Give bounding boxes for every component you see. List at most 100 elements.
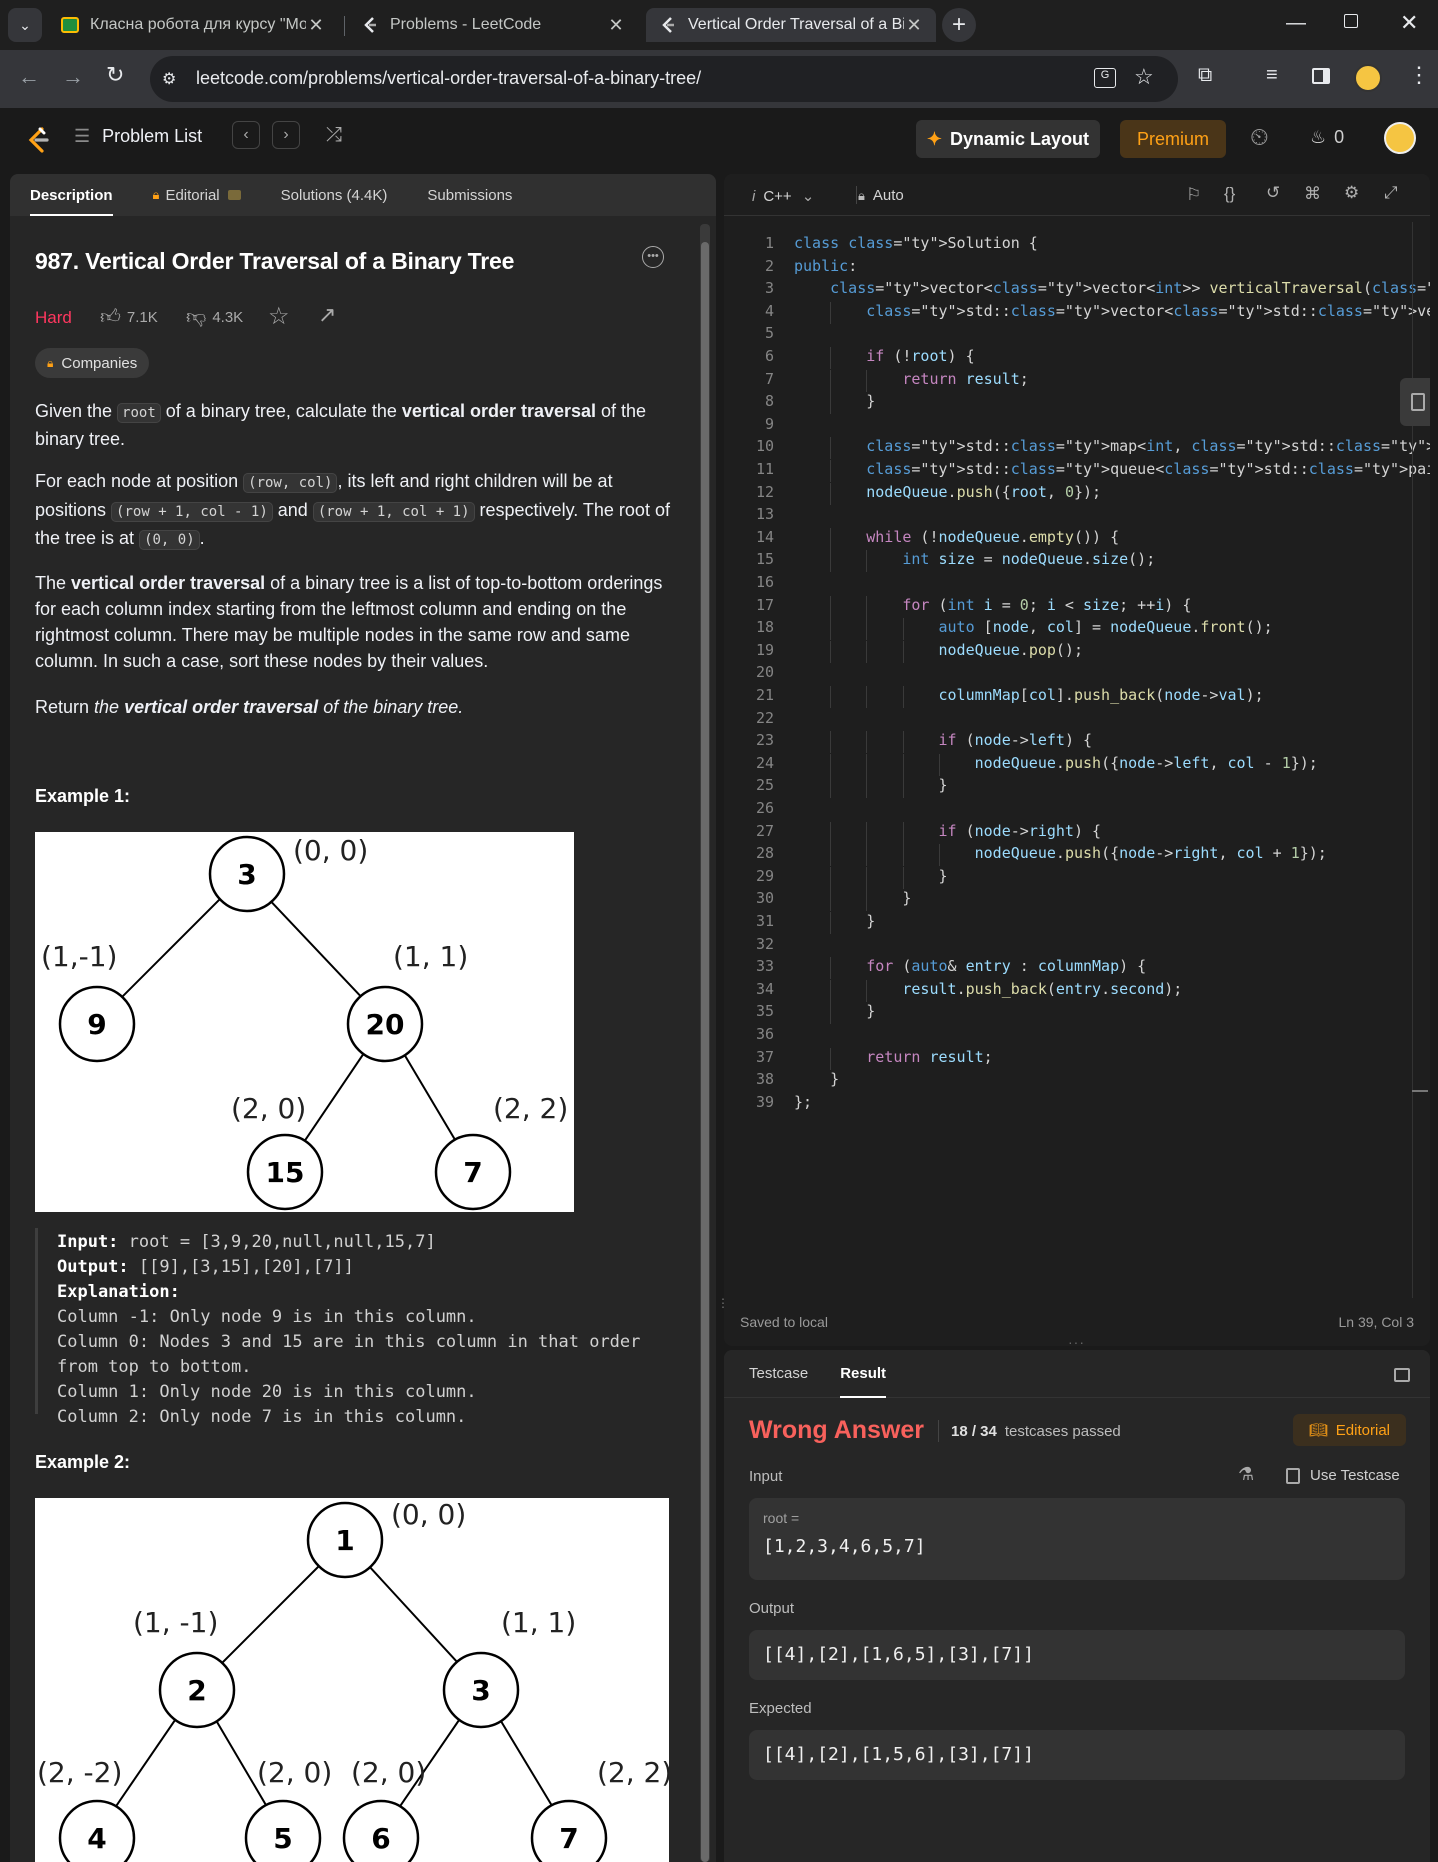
leetcode-logo-icon[interactable]: [26, 126, 50, 159]
code-line[interactable]: }: [794, 912, 875, 930]
code-line[interactable]: if (node->right) {: [794, 822, 1102, 840]
line-number: 16: [755, 573, 774, 591]
code-line[interactable]: }: [794, 1070, 839, 1088]
leetcode-icon: [360, 15, 380, 35]
code-line[interactable]: nodeQueue.push({node->left, col - 1});: [794, 754, 1318, 772]
debug-icon[interactable]: ⚗: [1238, 1464, 1254, 1485]
site-info-icon[interactable]: ⚙: [162, 69, 176, 89]
use-testcase-button[interactable]: Use Testcase: [1286, 1467, 1400, 1484]
url-text[interactable]: leetcode.com/problems/vertical-order-tra…: [196, 68, 701, 89]
code-line[interactable]: nodeQueue.push({root, 0});: [794, 483, 1101, 501]
favorite-star-icon[interactable]: ☆: [268, 302, 290, 331]
code-line[interactable]: if (node->left) {: [794, 731, 1093, 749]
settings-gear-icon[interactable]: ⚙: [1344, 183, 1359, 203]
indent-guide: [830, 1002, 832, 1025]
code-line[interactable]: public:: [794, 257, 857, 275]
indent-guide: [830, 640, 832, 663]
reload-icon[interactable]: ↻: [106, 62, 124, 88]
sidepanel-icon[interactable]: [1312, 68, 1330, 84]
line-number: 10: [755, 437, 774, 456]
code-line[interactable]: while (!nodeQueue.empty()) {: [794, 528, 1119, 546]
expand-icon[interactable]: ⤢: [1384, 183, 1398, 203]
profile-avatar[interactable]: [1354, 64, 1382, 92]
code-line[interactable]: };: [794, 1093, 812, 1111]
tab-solutions[interactable]: Solutions (4.4K): [281, 174, 388, 216]
close-tab-icon[interactable]: ✕: [904, 15, 924, 36]
braces-icon[interactable]: {}: [1224, 184, 1235, 204]
alarm-clock-icon[interactable]: ⏲: [1250, 124, 1269, 152]
minimize-icon[interactable]: —: [1286, 12, 1310, 35]
tree-label: (0, 0): [391, 1498, 466, 1531]
shuffle-icon[interactable]: ⤮: [326, 124, 342, 147]
code-line[interactable]: class class="ty">Solution {: [794, 234, 1038, 252]
code-line[interactable]: for (int i = 0; i < size; ++i) {: [794, 596, 1191, 614]
code-line[interactable]: class="ty">std::class="ty">map<int, clas…: [794, 437, 1430, 455]
bookmark-icon[interactable]: ⚐: [1186, 185, 1201, 205]
editorial-button[interactable]: 📖︎ Editorial: [1292, 1414, 1406, 1446]
dynamic-layout-button[interactable]: ✦ Dynamic Layout: [916, 120, 1100, 158]
close-tab-icon[interactable]: ✕: [606, 15, 626, 36]
companies-tag[interactable]: 🔒︎ Companies: [35, 348, 150, 378]
code-line[interactable]: class="ty">std::class="ty">queue<class="…: [794, 460, 1430, 478]
language-selector[interactable]: i C++ ⌄: [752, 187, 814, 206]
code-line[interactable]: if (!root) {: [794, 347, 974, 365]
code-line[interactable]: nodeQueue.push({node->right, col + 1});: [794, 844, 1327, 862]
forward-icon[interactable]: →: [62, 64, 84, 90]
like-button[interactable]: 👍︎ 7.1K: [100, 305, 158, 329]
vertical-resize-handle[interactable]: ···: [1068, 1334, 1085, 1350]
tab-testcase[interactable]: Testcase: [749, 1350, 808, 1398]
shortcut-icon[interactable]: ⌘: [1304, 184, 1321, 204]
close-tab-icon[interactable]: ✕: [306, 15, 326, 36]
extensions-icon[interactable]: ⧉: [1198, 64, 1212, 87]
lock-icon: 🔒︎: [47, 355, 54, 370]
indent-guide: [830, 460, 832, 482]
tab-search-icon[interactable]: ⌄: [8, 8, 42, 42]
more-options-icon[interactable]: •••: [642, 246, 664, 268]
media-icon[interactable]: ≡: [1266, 64, 1278, 87]
auto-mode-toggle[interactable]: 🔒︎ Auto: [858, 187, 904, 204]
premium-button[interactable]: Premium: [1120, 120, 1226, 158]
code-line[interactable]: }: [794, 867, 947, 885]
line-number: 21: [755, 686, 774, 704]
tab-submissions[interactable]: Submissions: [427, 174, 512, 216]
code-line[interactable]: }: [794, 776, 947, 794]
translate-icon[interactable]: G: [1094, 68, 1116, 88]
code-line[interactable]: columnMap[col].push_back(node->val);: [794, 686, 1264, 704]
new-tab-button[interactable]: +: [942, 8, 976, 42]
code-line[interactable]: }: [794, 1002, 875, 1020]
prev-problem-button[interactable]: ‹: [232, 121, 260, 149]
dislike-button[interactable]: 👎︎ 4.3K: [186, 305, 243, 329]
close-window-icon[interactable]: ✕: [1400, 10, 1418, 36]
omnibox[interactable]: ⚙ leetcode.com/problems/vertical-order-t…: [150, 56, 1178, 102]
browser-tab-classroom[interactable]: Класна робота для курсу "Мод ✕: [48, 8, 338, 42]
browser-tab-vertical-order[interactable]: Vertical Order Traversal of a Bin ✕: [646, 8, 936, 42]
code-line[interactable]: return result;: [794, 1048, 992, 1066]
next-problem-button[interactable]: ›: [272, 121, 300, 149]
browser-menu-icon[interactable]: ⋮: [1408, 62, 1430, 88]
tab-result[interactable]: Result: [840, 1350, 886, 1398]
bookmark-star-icon[interactable]: ☆: [1134, 64, 1154, 90]
layout-panel-icon[interactable]: [1394, 1368, 1410, 1382]
code-line[interactable]: int size = nodeQueue.size();: [794, 550, 1155, 568]
streak-fire[interactable]: ♨ 0: [1310, 127, 1344, 148]
code-line[interactable]: }: [794, 889, 911, 907]
restore-icon[interactable]: [1344, 14, 1358, 28]
tab-editorial[interactable]: 🔒︎ Editorial: [153, 174, 241, 216]
share-icon[interactable]: ↗: [318, 302, 336, 328]
problem-list-button[interactable]: ☰ Problem List: [74, 126, 202, 147]
code-line[interactable]: class="ty">vector<class="ty">vector<int>…: [794, 279, 1430, 297]
browser-tab-problems[interactable]: Problems - LeetCode ✕: [348, 8, 638, 42]
notes-side-button[interactable]: [1400, 378, 1430, 426]
example-2-heading: Example 2:: [35, 1452, 131, 1472]
code-line[interactable]: nodeQueue.pop();: [794, 641, 1084, 659]
code-line[interactable]: for (auto& entry : columnMap) {: [794, 957, 1146, 975]
tree-node: 1: [335, 1524, 354, 1557]
user-avatar[interactable]: [1384, 122, 1416, 154]
back-icon[interactable]: ←: [18, 64, 40, 90]
reset-icon[interactable]: ↺: [1266, 183, 1280, 203]
code-line[interactable]: result.push_back(entry.second);: [794, 980, 1182, 998]
tab-description[interactable]: Description: [30, 174, 113, 216]
description-scrollbar-thumb[interactable]: [701, 242, 709, 1862]
code-line[interactable]: }: [794, 392, 875, 410]
code-line[interactable]: class="ty">std::class="ty">vector<class=…: [794, 302, 1430, 320]
